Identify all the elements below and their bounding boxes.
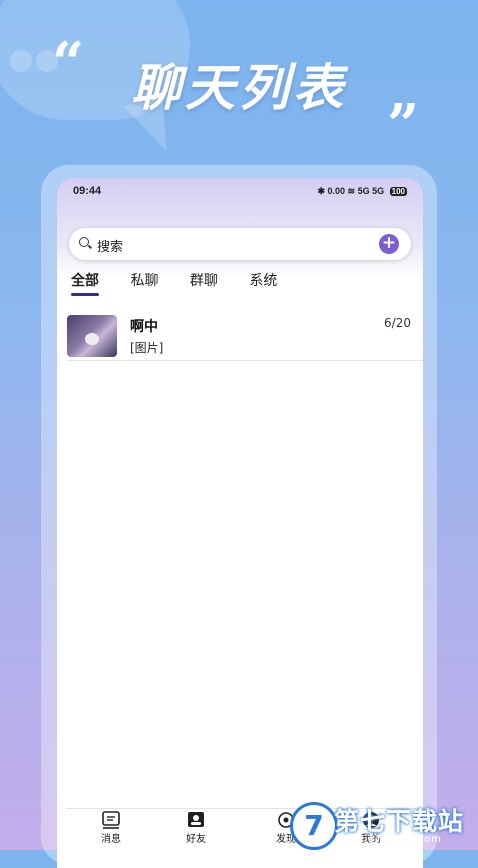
chat-date: 6/20 [384,316,411,330]
watermark-url: www.d7down.com [337,834,443,845]
avatar [67,315,117,357]
chat-list-item[interactable]: 啊中 [图片] 6/20 [67,314,423,361]
search-bar[interactable]: 搜索 + [69,228,411,260]
nav-label: 消息 [101,834,121,845]
site-watermark: 7 第七下载站 www.d7down.com [290,800,478,850]
phone-screen: 09:44 ✱ 0.00 ≋ 5G 5G 100 搜索 + 全部 私聊 群聊 系… [57,178,423,868]
nav-label: 好友 [186,834,206,845]
search-icon [79,237,89,247]
watermark-logo: 7 [290,802,338,850]
battery-icon: 100 [389,187,407,196]
watermark-text: 第七下载站 [334,807,465,836]
chat-filter-tabs: 全部 私聊 群聊 系统 [71,270,304,296]
status-time: 09:44 [73,185,102,197]
search-input[interactable]: 搜索 [97,236,123,255]
signal-icons: ✱ 0.00 ≋ 5G 5G [317,186,385,196]
tab-all[interactable]: 全部 [71,270,99,296]
tab-private[interactable]: 私聊 [130,270,158,294]
add-button[interactable]: + [379,234,399,254]
nav-messages[interactable]: 消息 [81,811,141,845]
tab-system[interactable]: 系统 [249,270,277,294]
contacts-icon [188,812,204,827]
message-icon [102,811,120,829]
chat-name: 啊中 [130,319,158,335]
close-quote-mark: „ [388,60,421,126]
tab-group[interactable]: 群聊 [190,270,218,294]
chat-preview: [图片] [130,341,164,355]
nav-friends[interactable]: 好友 [166,811,226,845]
status-icons: ✱ 0.00 ≋ 5G 5G 100 [317,186,407,197]
